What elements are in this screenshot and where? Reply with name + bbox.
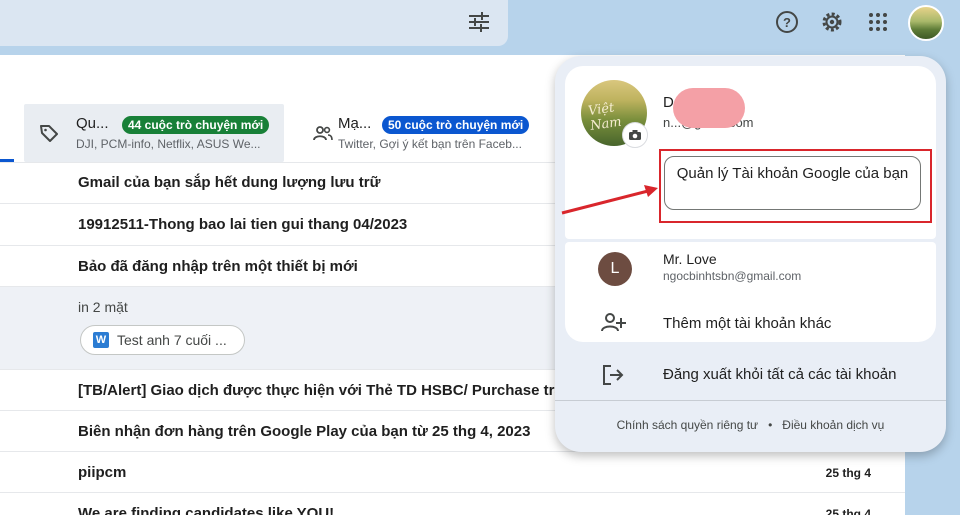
- account-menu-popup: Việt Nam D n...@gmail.com Quản lý Tài kh…: [555, 56, 946, 452]
- tab-promotions[interactable]: Qu... 44 cuộc trò chuyện mới DJI, PCM-in…: [24, 104, 284, 162]
- other-account-name[interactable]: Mr. Love: [663, 251, 717, 267]
- other-account-avatar[interactable]: L: [598, 252, 632, 286]
- popup-footer: Chính sách quyền riêng tư • Điều khoản dịc…: [555, 418, 946, 432]
- tab-social[interactable]: Mạ... 50 cuộc trò chuyện mới Twitter, Gợ…: [298, 104, 548, 162]
- email-subject: [TB/Alert] Giao dịch được thực hiện với …: [78, 382, 572, 399]
- new-count-badge: 50 cuộc trò chuyện mới: [382, 116, 530, 134]
- tab-title: Mạ...: [338, 115, 372, 132]
- tab-title: Qu...: [76, 115, 109, 132]
- people-icon: [313, 126, 333, 141]
- email-subject: Bảo đã đăng nhập trên một thiết bị mới: [78, 258, 358, 275]
- svg-text:?: ?: [783, 15, 791, 30]
- highlight-box: [659, 149, 932, 223]
- email-subject: in 2 mặt: [78, 299, 128, 315]
- email-subject: Gmail của bạn sắp hết dung lượng lưu trữ: [78, 174, 381, 191]
- attachment-chip[interactable]: W Test anh 7 cuối ...: [80, 325, 245, 355]
- footer-separator: •: [768, 418, 773, 432]
- footer-divider: [555, 400, 946, 401]
- help-icon[interactable]: ?: [774, 9, 800, 35]
- redaction-mark: [673, 88, 745, 128]
- new-count-badge: 44 cuộc trò chuyện mới: [122, 116, 270, 134]
- privacy-policy-link[interactable]: Chính sách quyền riêng tư: [617, 418, 758, 432]
- tune-icon[interactable]: [466, 10, 492, 34]
- label-icon: [40, 125, 58, 142]
- email-date: 25 thg 4: [825, 507, 871, 515]
- email-subject: piipcm: [78, 464, 127, 481]
- change-photo-button[interactable]: [622, 122, 648, 148]
- terms-of-service-link[interactable]: Điều khoản dịch vụ: [782, 418, 884, 432]
- camera-icon: [629, 130, 641, 140]
- tab-subtitle: DJI, PCM-info, Netflix, ASUS We...: [76, 137, 261, 151]
- email-row[interactable]: We are finding candidates like YOU! 25 t…: [0, 492, 905, 515]
- email-row[interactable]: piipcm 25 thg 4: [0, 451, 905, 492]
- other-account-email[interactable]: ngocbinhtsbn@gmail.com: [663, 269, 801, 283]
- settings-icon[interactable]: [819, 9, 845, 35]
- word-doc-icon: W: [93, 332, 109, 348]
- attachment-name: Test anh 7 cuối ...: [117, 332, 227, 348]
- account-avatar[interactable]: [908, 5, 944, 41]
- annotation-arrow: [561, 185, 658, 215]
- email-subject: We are finding candidates like YOU!: [78, 505, 335, 515]
- email-subject: 19912511-Thong bao lai tien gui thang 04…: [78, 216, 408, 233]
- email-date: 25 thg 4: [825, 466, 871, 480]
- sign-out-all-link[interactable]: Đăng xuất khỏi tất cả các tài khoản: [663, 366, 896, 383]
- add-account-link[interactable]: Thêm một tài khoản khác: [663, 315, 831, 332]
- email-subject: Biên nhận đơn hàng trên Google Play của …: [78, 423, 531, 440]
- apps-icon[interactable]: [865, 9, 891, 35]
- search-bar[interactable]: [0, 0, 508, 46]
- tab-subtitle: Twitter, Gợi ý kết bạn trên Faceb...: [338, 137, 522, 151]
- add-account-icon[interactable]: [601, 311, 627, 333]
- sign-out-icon[interactable]: [601, 363, 625, 387]
